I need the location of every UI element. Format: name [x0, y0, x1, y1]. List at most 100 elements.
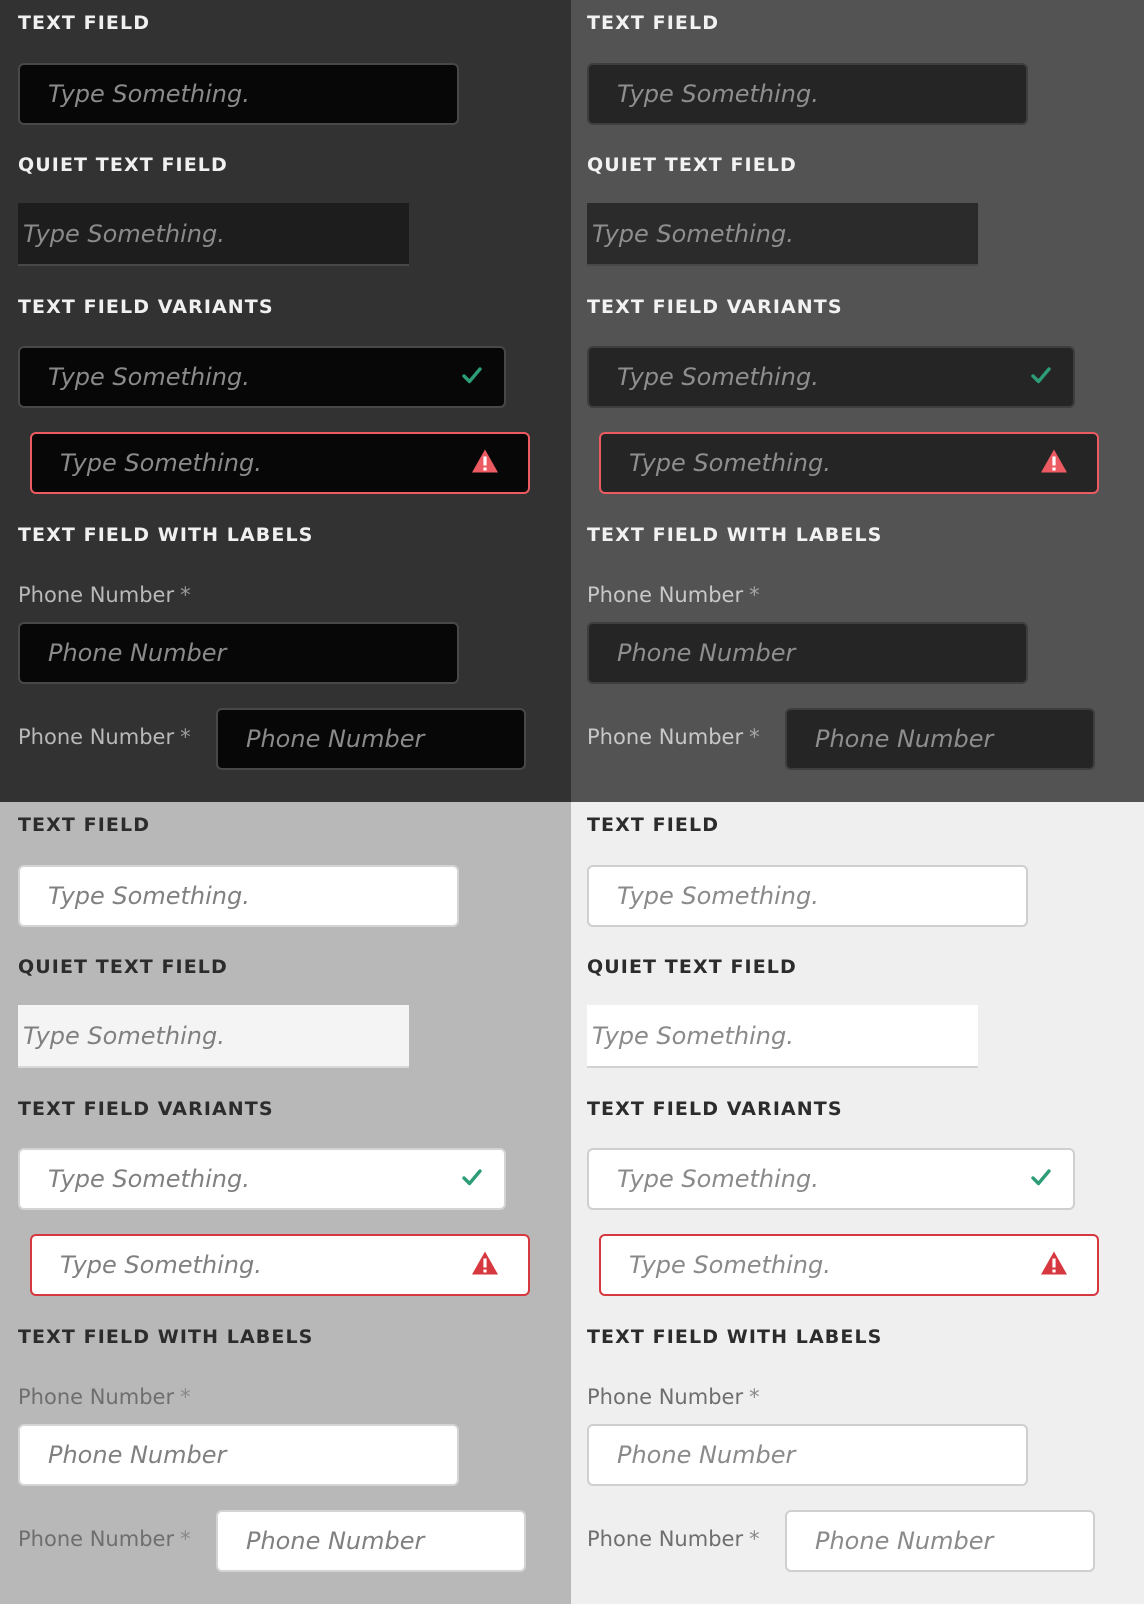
theme-panel-dark: TEXT FIELD Type Something. QUIET TEXT FI…: [571, 0, 1144, 802]
phone-number-placeholder: Phone Number: [48, 639, 227, 667]
text-field-heading: TEXT FIELD: [18, 12, 151, 34]
valid-text-field[interactable]: Type Something.: [18, 1148, 506, 1210]
text-field-with-labels-heading: TEXT FIELD WITH LABELS: [587, 1326, 883, 1348]
text-field[interactable]: Type Something.: [18, 865, 459, 927]
quiet-text-field-placeholder: Type Something.: [23, 219, 225, 248]
phone-number-side-label: Phone Number *: [18, 725, 191, 749]
phone-number-side-placeholder: Phone Number: [815, 725, 994, 753]
phone-number-placeholder: Phone Number: [617, 1441, 796, 1469]
valid-text-field-placeholder: Type Something.: [48, 363, 250, 391]
required-asterisk-icon: *: [749, 725, 760, 749]
theme-panel-content: TEXT FIELD Type Something. QUIET TEXT FI…: [571, 802, 1144, 1604]
text-field[interactable]: Type Something.: [587, 63, 1028, 125]
text-field-heading: TEXT FIELD: [18, 814, 151, 836]
phone-number-label: Phone Number *: [18, 1385, 191, 1409]
phone-number-side-label: Phone Number *: [18, 1527, 191, 1551]
text-field-placeholder: Type Something.: [617, 80, 819, 108]
invalid-text-field[interactable]: Type Something.: [599, 1234, 1099, 1296]
label-text: Phone Number: [587, 1385, 744, 1409]
checkmark-icon: [1031, 366, 1051, 388]
phone-number-label: Phone Number *: [587, 1385, 760, 1409]
text-field-with-labels-heading: TEXT FIELD WITH LABELS: [18, 524, 314, 546]
checkmark-icon: [1031, 1168, 1051, 1190]
phone-number-field[interactable]: Phone Number: [587, 1424, 1028, 1486]
invalid-text-field-placeholder: Type Something.: [629, 1251, 831, 1279]
theme-panel-content: TEXT FIELD Type Something. QUIET TEXT FI…: [0, 0, 571, 802]
required-asterisk-icon: *: [749, 1527, 760, 1551]
quiet-text-field-heading: QUIET TEXT FIELD: [587, 956, 797, 978]
text-field-placeholder: Type Something.: [48, 882, 250, 910]
quiet-text-field-heading: QUIET TEXT FIELD: [18, 956, 228, 978]
invalid-text-field[interactable]: Type Something.: [30, 432, 530, 494]
theme-grid: TEXT FIELD Type Something. QUIET TEXT FI…: [0, 0, 1144, 1604]
phone-number-label: Phone Number *: [587, 583, 760, 607]
phone-number-side-field[interactable]: Phone Number: [216, 708, 526, 770]
text-field[interactable]: Type Something.: [18, 63, 459, 125]
phone-number-label: Phone Number *: [18, 583, 191, 607]
phone-number-side-field[interactable]: Phone Number: [785, 1510, 1095, 1572]
alert-triangle-icon: [471, 449, 499, 478]
valid-text-field[interactable]: Type Something.: [587, 1148, 1075, 1210]
valid-text-field[interactable]: Type Something.: [18, 346, 506, 408]
label-text: Phone Number: [18, 725, 175, 749]
theme-panel-darkest: TEXT FIELD Type Something. QUIET TEXT FI…: [0, 0, 571, 802]
theme-panel-content: TEXT FIELD Type Something. QUIET TEXT FI…: [571, 0, 1144, 802]
invalid-text-field[interactable]: Type Something.: [30, 1234, 530, 1296]
phone-number-field[interactable]: Phone Number: [587, 622, 1028, 684]
phone-number-side-placeholder: Phone Number: [246, 1527, 425, 1555]
label-text: Phone Number: [18, 583, 175, 607]
invalid-text-field-placeholder: Type Something.: [60, 1251, 262, 1279]
text-field-placeholder: Type Something.: [617, 882, 819, 910]
phone-number-side-label: Phone Number *: [587, 1527, 760, 1551]
alert-triangle-icon: [1040, 449, 1068, 478]
phone-number-side-placeholder: Phone Number: [246, 725, 425, 753]
text-field-heading: TEXT FIELD: [587, 814, 720, 836]
alert-triangle-icon: [471, 1251, 499, 1280]
text-field-heading: TEXT FIELD: [587, 12, 720, 34]
invalid-text-field-placeholder: Type Something.: [629, 449, 831, 477]
text-field-placeholder: Type Something.: [48, 80, 250, 108]
checkmark-icon: [462, 1168, 482, 1190]
quiet-text-field[interactable]: Type Something.: [587, 1005, 978, 1068]
phone-number-side-label: Phone Number *: [587, 725, 760, 749]
required-asterisk-icon: *: [749, 1385, 760, 1409]
theme-panel-light: TEXT FIELD Type Something. QUIET TEXT FI…: [0, 802, 571, 1604]
alert-triangle-icon: [1040, 1251, 1068, 1280]
quiet-text-field-placeholder: Type Something.: [592, 219, 794, 248]
phone-number-field[interactable]: Phone Number: [18, 1424, 459, 1486]
text-field-variants-heading: TEXT FIELD VARIANTS: [18, 1098, 274, 1120]
quiet-text-field-placeholder: Type Something.: [23, 1021, 225, 1050]
quiet-text-field-heading: QUIET TEXT FIELD: [587, 154, 797, 176]
label-text: Phone Number: [587, 725, 744, 749]
required-asterisk-icon: *: [749, 583, 760, 607]
valid-text-field[interactable]: Type Something.: [587, 346, 1075, 408]
phone-number-side-field[interactable]: Phone Number: [216, 1510, 526, 1572]
quiet-text-field-placeholder: Type Something.: [592, 1021, 794, 1050]
valid-text-field-placeholder: Type Something.: [617, 1165, 819, 1193]
phone-number-field[interactable]: Phone Number: [18, 622, 459, 684]
required-asterisk-icon: *: [180, 1527, 191, 1551]
quiet-text-field[interactable]: Type Something.: [587, 203, 978, 266]
phone-number-placeholder: Phone Number: [617, 639, 796, 667]
theme-panel-content: TEXT FIELD Type Something. QUIET TEXT FI…: [0, 802, 571, 1604]
phone-number-placeholder: Phone Number: [48, 1441, 227, 1469]
text-field-with-labels-heading: TEXT FIELD WITH LABELS: [587, 524, 883, 546]
label-text: Phone Number: [587, 583, 744, 607]
required-asterisk-icon: *: [180, 725, 191, 749]
label-text: Phone Number: [587, 1527, 744, 1551]
label-text: Phone Number: [18, 1527, 175, 1551]
theme-panel-lightest: TEXT FIELD Type Something. QUIET TEXT FI…: [571, 802, 1144, 1604]
required-asterisk-icon: *: [180, 583, 191, 607]
text-field[interactable]: Type Something.: [587, 865, 1028, 927]
valid-text-field-placeholder: Type Something.: [617, 363, 819, 391]
quiet-text-field[interactable]: Type Something.: [18, 203, 409, 266]
quiet-text-field[interactable]: Type Something.: [18, 1005, 409, 1068]
text-field-variants-heading: TEXT FIELD VARIANTS: [18, 296, 274, 318]
phone-number-side-placeholder: Phone Number: [815, 1527, 994, 1555]
required-asterisk-icon: *: [180, 1385, 191, 1409]
valid-text-field-placeholder: Type Something.: [48, 1165, 250, 1193]
phone-number-side-field[interactable]: Phone Number: [785, 708, 1095, 770]
invalid-text-field[interactable]: Type Something.: [599, 432, 1099, 494]
label-text: Phone Number: [18, 1385, 175, 1409]
text-field-with-labels-heading: TEXT FIELD WITH LABELS: [18, 1326, 314, 1348]
